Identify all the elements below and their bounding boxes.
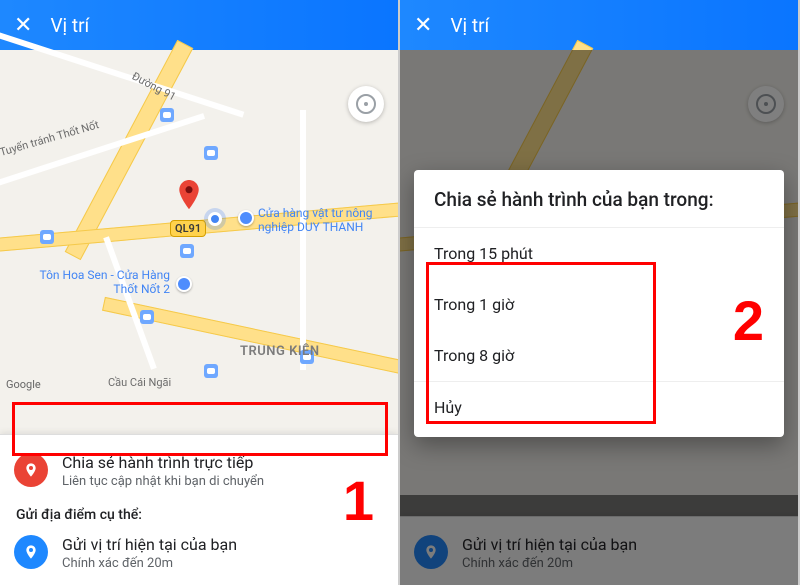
- current-loc-subtitle: Chính xác đến 20m: [62, 556, 237, 571]
- poi-label[interactable]: Tôn Hoa Sen - Cửa Hàng Thốt Nốt 2: [20, 268, 170, 297]
- option-1-hour[interactable]: Trong 1 giờ: [414, 279, 784, 330]
- share-duration-dialog: Chia sẻ hành trình của bạn trong: Trong …: [414, 170, 784, 437]
- transit-stop-icon: [40, 230, 54, 244]
- share-live-title: Chia sẻ hành trình trực tiếp: [62, 453, 264, 472]
- google-attribution: Google: [6, 378, 41, 391]
- app-header: ✕ Vị trí: [0, 0, 398, 50]
- pin-icon: [14, 535, 48, 569]
- transit-stop-icon: [300, 350, 314, 364]
- transit-stop-icon: [140, 310, 154, 324]
- recenter-button[interactable]: [348, 86, 384, 122]
- transit-stop-icon: [180, 244, 194, 258]
- poi-marker-icon[interactable]: [238, 210, 254, 226]
- close-icon[interactable]: ✕: [14, 13, 32, 38]
- road-sec-3: [300, 110, 306, 370]
- share-live-trip-row[interactable]: Chia sẻ hành trình trực tiếp Liên tục cậ…: [0, 445, 398, 497]
- app-header: ✕ Vị trí: [400, 0, 798, 50]
- screenshot-step-1: ✕ Vị trí Đường 91 Tuyến tránh Thốt Nốt Q…: [0, 0, 400, 585]
- transit-stop-icon: [160, 108, 174, 122]
- option-8-hours[interactable]: Trong 8 giờ: [414, 330, 784, 381]
- route-shield: QL91: [170, 220, 206, 237]
- current-location-dot-icon: [208, 212, 222, 226]
- road-main-3: [102, 297, 400, 377]
- poi-marker-icon[interactable]: [176, 276, 192, 292]
- header-title: Vị trí: [450, 14, 489, 37]
- current-loc-title: Gửi vị trí hiện tại của bạn: [62, 535, 237, 554]
- transit-stop-icon: [204, 146, 218, 160]
- bridge-label: Cầu Cái Ngãi: [108, 376, 171, 389]
- poi-label[interactable]: Cửa hàng vật tư nông nghiệp DUY THANH: [258, 206, 388, 235]
- header-title: Vị trí: [50, 14, 89, 37]
- option-15-min[interactable]: Trong 15 phút: [414, 228, 784, 279]
- close-icon[interactable]: ✕: [414, 13, 432, 38]
- share-live-subtitle: Liên tục cập nhật khi bạn di chuyển: [62, 474, 264, 489]
- send-current-location-row[interactable]: Gửi vị trí hiện tại của bạn Chính xác đế…: [0, 527, 398, 579]
- pin-icon: [14, 453, 48, 487]
- dialog-title: Chia sẻ hành trình của bạn trong:: [414, 188, 784, 227]
- transit-stop-icon: [204, 364, 218, 378]
- section-label: Gửi địa điểm cụ thể:: [0, 497, 398, 527]
- screenshot-step-2: ✕ Vị trí Gửi vị trí hiện tại của bạn Chí…: [400, 0, 800, 585]
- share-sheet: Chia sẻ hành trình trực tiếp Liên tục cậ…: [0, 434, 398, 585]
- location-pin-icon: [178, 180, 200, 202]
- option-cancel[interactable]: Hủy: [414, 382, 784, 433]
